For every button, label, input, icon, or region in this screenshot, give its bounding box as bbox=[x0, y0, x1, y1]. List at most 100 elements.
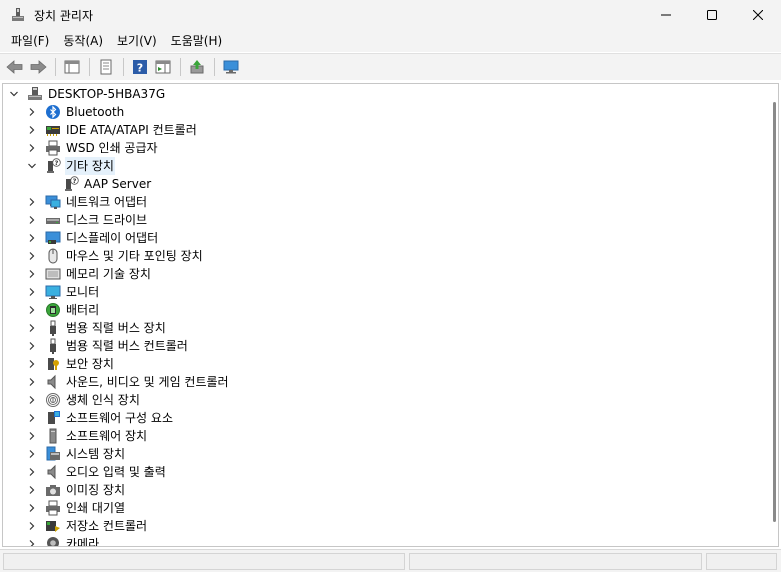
menu-view[interactable]: 보기(V) bbox=[110, 30, 164, 52]
expand-toggle[interactable] bbox=[25, 445, 39, 463]
vertical-scrollbar[interactable] bbox=[771, 86, 779, 546]
expand-toggle[interactable] bbox=[25, 535, 39, 546]
expand-toggle[interactable] bbox=[25, 193, 39, 211]
expand-toggle[interactable] bbox=[25, 247, 39, 265]
expand-toggle[interactable] bbox=[25, 355, 39, 373]
menu-action[interactable]: 동작(A) bbox=[56, 30, 110, 52]
expand-toggle[interactable] bbox=[25, 499, 39, 517]
tree-node-label: 인쇄 대기열 bbox=[66, 501, 126, 515]
tree-category[interactable]: ? 기타 장치 bbox=[25, 157, 115, 175]
forward-button[interactable] bbox=[27, 56, 49, 78]
tree-category[interactable]: 시스템 장치 bbox=[25, 445, 126, 463]
tree-category[interactable]: 저장소 컨트롤러 bbox=[25, 517, 148, 535]
tree-category[interactable]: 모니터 bbox=[25, 283, 100, 301]
title-bar[interactable]: 장치 관리자 bbox=[0, 0, 781, 30]
scrollbar-thumb[interactable] bbox=[773, 102, 776, 522]
expand-toggle[interactable] bbox=[25, 463, 39, 481]
expand-toggle[interactable] bbox=[25, 373, 39, 391]
scan-hardware-button[interactable] bbox=[220, 56, 242, 78]
chevron-right-icon bbox=[29, 504, 35, 512]
tree-device[interactable]: ? AAP Server bbox=[43, 175, 152, 193]
expand-toggle[interactable] bbox=[25, 391, 39, 409]
system-device-icon bbox=[45, 446, 61, 462]
expand-toggle[interactable] bbox=[25, 103, 39, 121]
menu-file[interactable]: 파일(F) bbox=[4, 30, 56, 52]
minimize-button[interactable] bbox=[643, 0, 689, 30]
tree-node-label: 소프트웨어 구성 요소 bbox=[66, 411, 173, 425]
chevron-right-icon bbox=[29, 522, 35, 530]
camera-icon bbox=[45, 482, 61, 498]
tree-category[interactable]: 소프트웨어 장치 bbox=[25, 427, 148, 445]
chevron-right-icon bbox=[29, 486, 35, 494]
expand-toggle[interactable] bbox=[25, 121, 39, 139]
expand-toggle[interactable] bbox=[25, 319, 39, 337]
system-device-icon bbox=[46, 446, 60, 461]
unknown-device-icon: ? bbox=[45, 158, 61, 174]
network-adapter-icon bbox=[45, 195, 61, 209]
update-driver-button[interactable] bbox=[186, 56, 208, 78]
security-key-icon bbox=[48, 358, 59, 370]
expand-toggle[interactable] bbox=[25, 481, 39, 499]
chevron-right-icon bbox=[29, 288, 35, 296]
console-tree-icon bbox=[64, 60, 80, 74]
show-hide-console-tree-button[interactable] bbox=[61, 56, 83, 78]
tree-category[interactable]: 범용 직렬 버스 컨트롤러 bbox=[25, 337, 189, 355]
chevron-right-icon bbox=[29, 306, 35, 314]
tree-category[interactable]: 네트워크 어댑터 bbox=[25, 193, 148, 211]
storage-controller-icon bbox=[45, 518, 61, 534]
chevron-right-icon bbox=[29, 468, 35, 476]
disk-drive-icon bbox=[46, 218, 60, 224]
status-cell bbox=[706, 553, 777, 570]
software-component-icon bbox=[48, 411, 60, 424]
chevron-right-icon bbox=[29, 126, 35, 134]
properties-button[interactable] bbox=[95, 56, 117, 78]
close-button[interactable] bbox=[735, 0, 781, 30]
tree-category[interactable]: 인쇄 대기열 bbox=[25, 499, 126, 517]
tree-category[interactable]: Bluetooth bbox=[25, 103, 125, 121]
help-button[interactable]: ? bbox=[129, 56, 151, 78]
tree-category[interactable]: 사운드, 비디오 및 게임 컨트롤러 bbox=[25, 373, 230, 391]
tree-category[interactable]: 오디오 입력 및 출력 bbox=[25, 463, 167, 481]
expand-toggle[interactable] bbox=[25, 229, 39, 247]
expand-toggle[interactable] bbox=[25, 301, 39, 319]
svg-text:?: ? bbox=[73, 177, 77, 185]
maximize-button[interactable] bbox=[689, 0, 735, 30]
tree-category[interactable]: 배터리 bbox=[25, 301, 100, 319]
expand-toggle[interactable] bbox=[25, 283, 39, 301]
chevron-right-icon bbox=[29, 360, 35, 368]
expand-toggle[interactable] bbox=[25, 517, 39, 535]
tree-category[interactable]: IDE ATA/ATAPI 컨트롤러 bbox=[25, 121, 198, 139]
action-pane-button[interactable] bbox=[152, 56, 174, 78]
tree-category[interactable]: WSD 인쇄 공급자 bbox=[25, 139, 159, 157]
tree-category[interactable]: 디스플레이 어댑터 bbox=[25, 229, 159, 247]
tree-node-label: 사운드, 비디오 및 게임 컨트롤러 bbox=[66, 375, 229, 389]
expand-toggle[interactable] bbox=[25, 409, 39, 427]
expand-toggle[interactable] bbox=[25, 139, 39, 157]
tree-category[interactable]: 마우스 및 기타 포인팅 장치 bbox=[25, 247, 204, 265]
tree-node-label: 메모리 기술 장치 bbox=[66, 267, 151, 281]
tree-category[interactable]: 범용 직렬 버스 장치 bbox=[25, 319, 167, 337]
device-tree[interactable]: DESKTOP-5HBA37G Bluetooth IDE ATA/ATAPI 컨트… bbox=[2, 83, 779, 547]
tree-category[interactable]: 소프트웨어 구성 요소 bbox=[25, 409, 174, 427]
tree-category[interactable]: 이미징 장치 bbox=[25, 481, 126, 499]
tree-node-label: 저장소 컨트롤러 bbox=[66, 519, 148, 533]
status-cell bbox=[3, 553, 405, 570]
webcam-icon bbox=[47, 537, 59, 546]
menu-help[interactable]: 도움말(H) bbox=[164, 30, 230, 52]
tree-category[interactable]: 카메라 bbox=[25, 535, 100, 546]
back-button[interactable] bbox=[4, 56, 26, 78]
chevron-right-icon bbox=[29, 144, 35, 152]
tree-category[interactable]: 보안 장치 bbox=[25, 355, 115, 373]
toolbar-separator bbox=[180, 58, 181, 76]
back-arrow-icon bbox=[6, 60, 23, 74]
expand-toggle[interactable] bbox=[25, 337, 39, 355]
expand-toggle[interactable] bbox=[25, 427, 39, 445]
expand-toggle[interactable] bbox=[25, 265, 39, 283]
tree-category[interactable]: 디스크 드라이브 bbox=[25, 211, 148, 229]
collapse-toggle[interactable] bbox=[25, 157, 39, 175]
collapse-toggle[interactable] bbox=[7, 85, 21, 103]
expand-toggle[interactable] bbox=[25, 211, 39, 229]
tree-root-computer[interactable]: DESKTOP-5HBA37G bbox=[7, 85, 166, 103]
tree-category[interactable]: 메모리 기술 장치 bbox=[25, 265, 152, 283]
tree-category[interactable]: 생체 인식 장치 bbox=[25, 391, 141, 409]
